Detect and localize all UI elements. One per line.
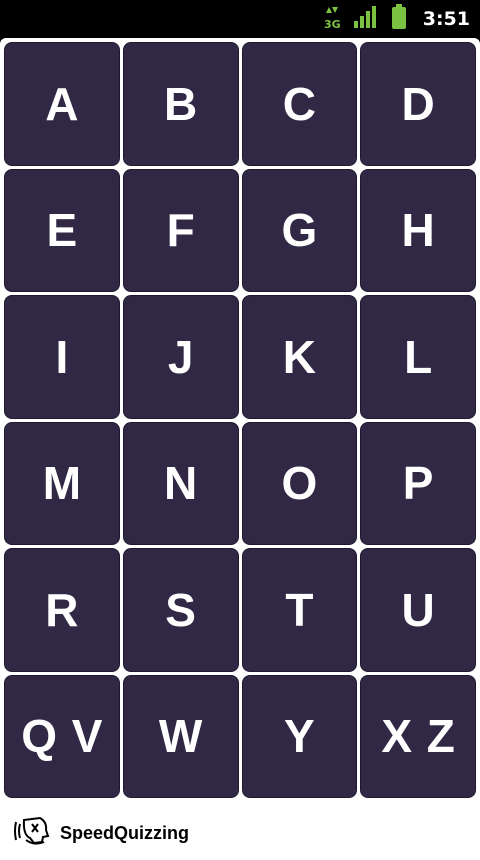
key-n[interactable]: N (122, 421, 239, 545)
speedquizzing-logo-icon (12, 814, 50, 853)
data-transfer-icon: 3G (323, 4, 341, 35)
app-footer: SpeedQuizzing (0, 806, 480, 860)
answer-keypad: A B C D E F G H I J K L M N O P R S T U … (4, 42, 476, 798)
key-g[interactable]: G (241, 168, 358, 292)
key-l[interactable]: L (360, 295, 476, 419)
key-w[interactable]: W (122, 674, 239, 798)
key-i[interactable]: I (4, 295, 120, 419)
signal-strength-icon (353, 5, 379, 34)
status-bar: 3G 3:51 (0, 0, 480, 38)
key-k[interactable]: K (241, 295, 358, 419)
key-x-z[interactable]: X Z (360, 674, 476, 798)
network-type-label: 3G (324, 18, 341, 30)
key-f[interactable]: F (122, 168, 239, 292)
app-screen: A B C D E F G H I J K L M N O P R S T U … (0, 38, 480, 860)
key-c[interactable]: C (241, 42, 358, 166)
key-t[interactable]: T (241, 548, 358, 672)
key-r[interactable]: R (4, 548, 120, 672)
status-time: 3:51 (422, 8, 470, 30)
key-h[interactable]: H (360, 168, 476, 292)
key-m[interactable]: M (4, 421, 120, 545)
key-u[interactable]: U (360, 548, 476, 672)
brand-name: SpeedQuizzing (60, 822, 190, 843)
key-j[interactable]: J (122, 295, 239, 419)
key-p[interactable]: P (360, 421, 476, 545)
key-o[interactable]: O (241, 421, 358, 545)
key-s[interactable]: S (122, 548, 239, 672)
key-e[interactable]: E (4, 168, 120, 292)
key-b[interactable]: B (122, 42, 239, 166)
key-d[interactable]: D (360, 42, 476, 166)
key-a[interactable]: A (4, 42, 120, 166)
battery-icon (391, 3, 407, 35)
key-q-v[interactable]: Q V (4, 674, 120, 798)
key-y[interactable]: Y (241, 674, 358, 798)
